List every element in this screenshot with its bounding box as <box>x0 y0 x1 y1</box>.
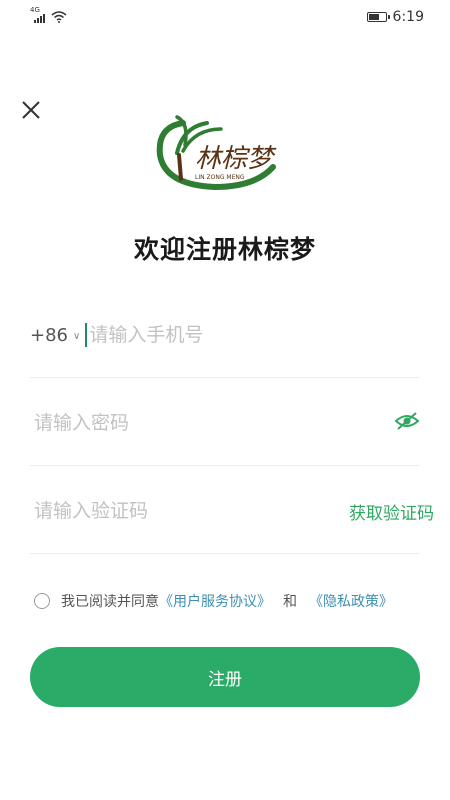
register-button[interactable]: 注册 <box>30 647 420 707</box>
divider <box>30 553 420 554</box>
agreement-and: 和 <box>283 594 297 610</box>
signal-icon <box>34 14 45 23</box>
close-icon[interactable] <box>20 99 42 121</box>
battery-icon <box>366 12 390 22</box>
privacy-link[interactable]: 《隐私政策》 <box>309 591 393 611</box>
agreement-checkbox[interactable] <box>34 593 50 609</box>
country-code-label: +86 <box>30 324 68 346</box>
password-row <box>30 410 420 436</box>
brand-logo: 林棕梦 LIN ZONG MENG <box>156 115 277 191</box>
logo-brand-text: 林棕梦 <box>195 144 277 174</box>
phone-row: +86 ∨ <box>30 320 420 350</box>
agreement-prefix: 我已阅读并同意 <box>61 594 159 610</box>
logo-subtext: LIN ZONG MENG <box>195 174 245 181</box>
chevron-down-icon: ∨ <box>73 330 81 342</box>
country-code-selector[interactable]: +86 ∨ <box>30 325 85 346</box>
wifi-icon <box>51 11 67 23</box>
terms-link[interactable]: 《用户服务协议》 <box>159 591 271 611</box>
divider <box>30 377 420 378</box>
verification-code-input[interactable] <box>34 500 304 522</box>
text-cursor <box>85 323 88 347</box>
page-title: 欢迎注册林棕梦 <box>133 235 316 264</box>
eye-hidden-icon[interactable] <box>394 410 420 432</box>
password-input[interactable] <box>34 412 364 434</box>
agreement-row: 我已阅读并同意 《用户服务协议》 和 《隐私政策》 <box>34 591 393 611</box>
clock: 6:19 <box>392 9 424 25</box>
status-bar: 4G 6:19 <box>0 0 450 34</box>
divider <box>30 465 420 466</box>
get-code-button[interactable]: 获取验证码 <box>349 499 434 524</box>
phone-input[interactable] <box>89 324 390 346</box>
code-row: 获取验证码 <box>30 498 434 524</box>
